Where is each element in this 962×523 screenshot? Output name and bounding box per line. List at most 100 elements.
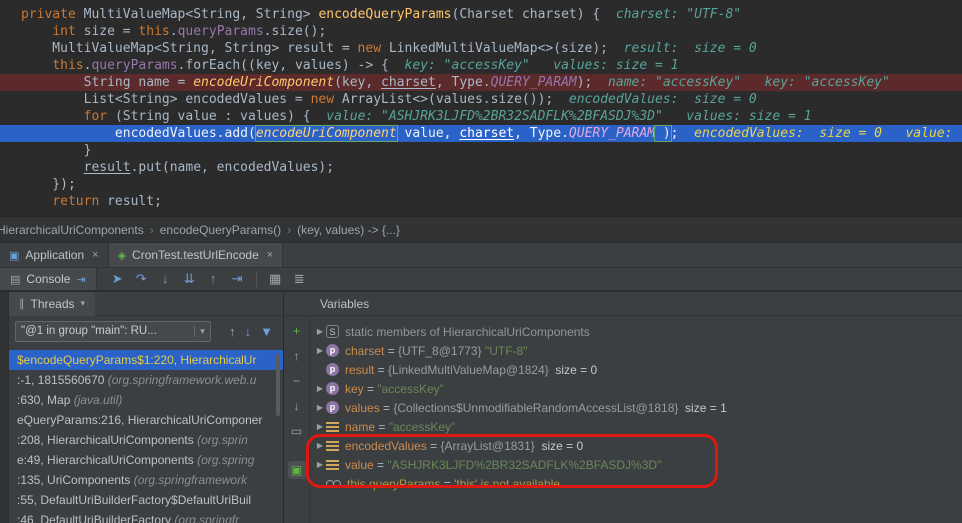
scroll-to-end-icon[interactable]: ⇥: [76, 273, 85, 286]
variable-row[interactable]: ▶encodedValues = {ArrayList@1831} size =…: [310, 436, 962, 455]
code-line[interactable]: });: [0, 176, 962, 193]
code-line[interactable]: }: [0, 142, 962, 159]
frame-row[interactable]: :46, DefaultUriBuilderFactory (org.sprin…: [9, 510, 283, 523]
breadcrumb-item[interactable]: encodeQueryParams(): [155, 223, 286, 237]
code-line[interactable]: List<String> encodedValues = new ArrayLi…: [0, 91, 962, 108]
variable-name: encodedValues: [345, 439, 427, 453]
static-icon: S: [326, 325, 339, 338]
code-line[interactable]: for (String value : values) { value: "AS…: [0, 108, 962, 125]
move-frame-down-icon[interactable]: ↓: [245, 324, 252, 339]
code-line[interactable]: encodedValues.add(encodeUriComponent val…: [0, 125, 962, 142]
frames-toolbar: ↑ ↓ ▼: [229, 324, 277, 339]
thread-selector-row: "@1 in group "main": RU... ▾ ↑ ↓ ▼: [9, 316, 283, 346]
frame-row[interactable]: eQueryParams:216, HierarchicalUriCompone…: [9, 410, 283, 430]
variable-name: result: [345, 363, 374, 377]
expand-arrow-icon[interactable]: ▶: [314, 384, 326, 393]
frame-row[interactable]: e:49, HierarchicalUriComponents (org.spr…: [9, 450, 283, 470]
force-step-into-icon[interactable]: ⇊: [179, 269, 200, 289]
variable-row[interactable]: ▶pcharset = {UTF_8@1773} "UTF-8": [310, 341, 962, 360]
code-line[interactable]: int size = this.queryParams.size();: [0, 23, 962, 40]
chevron-down-icon: ▾: [81, 298, 86, 309]
remove-watch-icon[interactable]: −: [288, 372, 306, 390]
code-line[interactable]: return result;: [0, 193, 962, 210]
threads-icon: ∥: [19, 297, 25, 310]
expand-arrow-icon[interactable]: ▶: [314, 403, 326, 412]
variable-row[interactable]: this.queryParams = 'this' is not availab…: [310, 474, 962, 493]
variable-row[interactable]: ▶pkey = "accessKey": [310, 379, 962, 398]
chevron-down-icon[interactable]: ▾: [194, 326, 210, 337]
frame-row[interactable]: :-1, 1815560670 (org.springframework.web…: [9, 370, 283, 390]
code-line[interactable]: result.put(name, encodedValues);: [0, 159, 962, 176]
show-execution-point-icon[interactable]: ➤: [107, 269, 128, 289]
run-tab-application[interactable]: ▣Application×: [0, 243, 109, 267]
tab-console[interactable]: ▤ Console ⇥: [0, 268, 97, 290]
code-line[interactable]: private MultiValueMap<String, String> en…: [0, 6, 962, 23]
variable-name: value: [345, 458, 374, 472]
frame-row[interactable]: :55, DefaultUriBuilderFactory$DefaultUri…: [9, 490, 283, 510]
variable-name: values: [345, 401, 380, 415]
expand-arrow-icon[interactable]: ▶: [314, 327, 326, 336]
move-watch-down-icon[interactable]: ↓: [288, 397, 306, 415]
frames-panel: ∥ Threads ▾ "@1 in group "main": RU... ▾…: [9, 292, 284, 523]
local-icon: [326, 441, 339, 452]
variable-row[interactable]: presult = {LinkedMultiValueMap@1824} siz…: [310, 360, 962, 379]
variable-row[interactable]: ▶Sstatic members of HierarchicalUriCompo…: [310, 322, 962, 341]
step-over-icon[interactable]: ↷: [131, 269, 152, 289]
frames-list: $encodeQueryParams$1:220, HierarchicalUr…: [9, 346, 283, 523]
thread-selector[interactable]: "@1 in group "main": RU... ▾: [15, 321, 211, 342]
debug-toolbar: ▤ Console ⇥ ➤↷↓⇊↑⇥▦≣: [0, 267, 962, 291]
layout-settings-icon[interactable]: ≣: [289, 269, 310, 289]
toolbar-separator: [256, 271, 257, 287]
code-line[interactable]: this.queryParams.forEach((key, values) -…: [0, 57, 962, 74]
run-tab-crontest-testurlencode[interactable]: ◈CronTest.testUrlEncode×: [109, 243, 284, 267]
frame-row[interactable]: :208, HierarchicalUriComponents (org.spr…: [9, 430, 283, 450]
frame-row[interactable]: :630, Map (java.util): [9, 390, 283, 410]
evaluate-expression-icon[interactable]: ▦: [265, 269, 286, 289]
close-icon[interactable]: ×: [92, 249, 98, 261]
breadcrumb-item[interactable]: (key, values) -> {...}: [292, 223, 405, 237]
variables-panel-title: Variables: [320, 297, 369, 311]
memory-view-icon[interactable]: ▣: [288, 461, 306, 479]
debugger-bottom-panels: ∥ Threads ▾ "@1 in group "main": RU... ▾…: [0, 292, 962, 523]
code-line[interactable]: MultiValueMap<String, String> result = n…: [0, 40, 962, 57]
step-out-icon[interactable]: ↑: [203, 269, 224, 289]
tab-threads[interactable]: ∥ Threads ▾: [9, 292, 95, 316]
breadcrumb-item[interactable]: HierarchicalUriComponents: [0, 223, 149, 237]
variable-name: charset: [345, 344, 384, 358]
variable-string-value: "accessKey": [377, 382, 444, 396]
ide-debug-window: private MultiValueMap<String, String> en…: [0, 0, 962, 523]
run-to-cursor-icon[interactable]: ⇥: [227, 269, 248, 289]
variable-name: key: [345, 382, 364, 396]
frame-row[interactable]: :135, UriComponents (org.springframework: [9, 470, 283, 490]
variable-row[interactable]: ▶pvalues = {Collections$UnmodifiableRand…: [310, 398, 962, 417]
expand-arrow-icon[interactable]: ▶: [314, 346, 326, 355]
move-frame-up-icon[interactable]: ↑: [229, 324, 236, 339]
console-icon: ▤: [10, 273, 20, 286]
console-tab-label: Console: [26, 272, 70, 286]
frame-row[interactable]: $encodeQueryParams$1:220, HierarchicalUr: [9, 350, 283, 370]
breadcrumb: HierarchicalUriComponents›encodeQueryPar…: [0, 216, 962, 242]
threads-tab-label: Threads: [31, 297, 75, 311]
step-into-icon[interactable]: ↓: [155, 269, 176, 289]
move-watch-up-icon[interactable]: ↑: [288, 347, 306, 365]
variables-list: ▶Sstatic members of HierarchicalUriCompo…: [310, 316, 962, 523]
param-icon: p: [326, 382, 339, 395]
test-run-icon: ◈: [118, 249, 126, 262]
param-icon: p: [326, 401, 339, 414]
variable-row[interactable]: ▶name = "accessKey": [310, 417, 962, 436]
add-watch-icon[interactable]: +: [288, 322, 306, 340]
expand-arrow-icon[interactable]: ▶: [314, 441, 326, 450]
frames-scrollbar[interactable]: [276, 354, 280, 416]
code-editor[interactable]: private MultiValueMap<String, String> en…: [0, 0, 962, 216]
expand-arrow-icon[interactable]: ▶: [314, 422, 326, 431]
close-icon[interactable]: ×: [267, 249, 273, 261]
filter-frames-icon[interactable]: ▼: [260, 324, 273, 339]
expand-arrow-icon[interactable]: ▶: [314, 460, 326, 469]
duplicate-node-icon[interactable]: ▭: [288, 422, 306, 440]
thread-selector-value: "@1 in group "main": RU...: [16, 325, 194, 337]
code-line[interactable]: String name = encodeUriComponent(key, ch…: [0, 74, 962, 91]
variable-name: name: [345, 420, 375, 434]
variable-row[interactable]: ▶value = "ASHJRK3LJFD%2BR32SADFLK%2BFASD…: [310, 455, 962, 474]
frames-panel-header: ∥ Threads ▾: [9, 292, 283, 316]
local-icon: [326, 422, 339, 433]
